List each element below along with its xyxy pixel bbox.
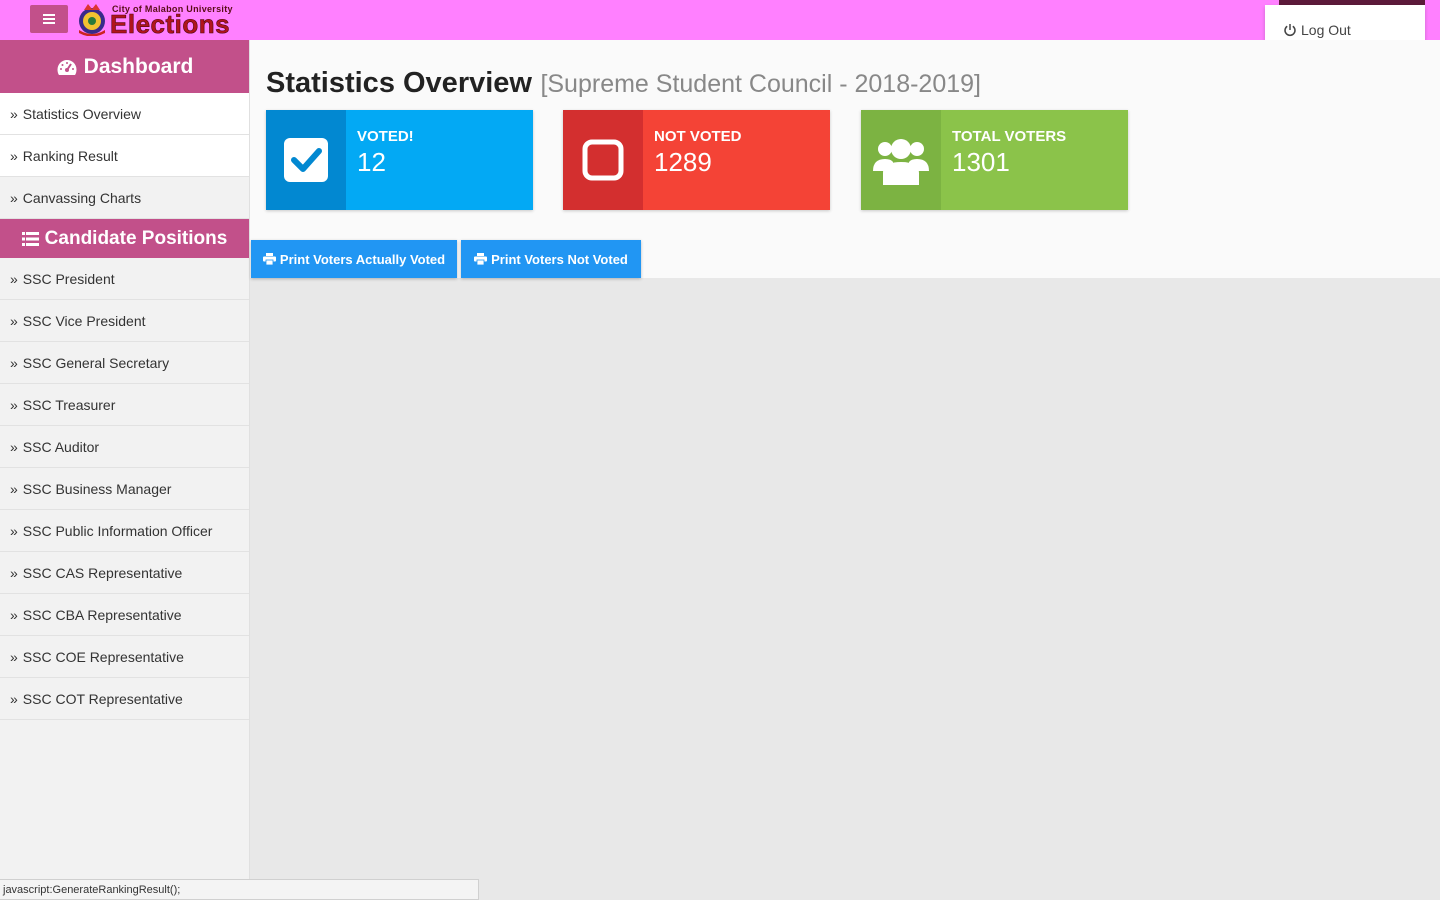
printer-icon [262, 253, 276, 265]
sidebar-item-label: SSC Vice President [22, 312, 146, 329]
browser-status-bar: javascript:GenerateRankingResult(); [0, 879, 479, 900]
stat-text: TOTAL VOTERS 1301 [941, 110, 1128, 210]
button-label: Print Voters Actually Voted [279, 251, 446, 267]
stat-icon-box [563, 110, 643, 210]
stat-icon-box [266, 110, 346, 210]
power-icon [1284, 23, 1296, 36]
sidebar-item-label: SSC COT Representative [22, 690, 183, 707]
stat-label: TOTAL VOTERS [952, 128, 1067, 145]
sidebar-item-label: SSC Treasurer [22, 396, 116, 413]
sidebar-item-statistics-overview[interactable]: » Statistics Overview [0, 93, 249, 135]
stat-text: NOT VOTED 1289 [643, 110, 830, 210]
sidebar-item-label: SSC Public Information Officer [22, 522, 213, 539]
double-chevron-icon: » [10, 606, 18, 623]
stat-card-voted: VOTED! 12 [266, 110, 533, 210]
double-chevron-icon: » [10, 270, 18, 287]
double-chevron-icon: » [10, 396, 18, 413]
hamburger-line [43, 18, 55, 20]
sidebar: Dashboard » Statistics Overview » Rankin… [0, 40, 250, 900]
sidebar-item-label: Ranking Result [22, 147, 118, 164]
hamburger-line [43, 14, 55, 16]
hamburger-line [43, 22, 55, 24]
sidebar-item-ssc-treasurer[interactable]: » SSC Treasurer [0, 384, 249, 426]
sidebar-item-label: SSC Business Manager [22, 480, 172, 497]
list-icon [21, 231, 39, 246]
sidebar-item-ssc-president[interactable]: » SSC President [0, 258, 249, 300]
sidebar-item-ssc-vice-president[interactable]: » SSC Vice President [0, 300, 249, 342]
double-chevron-icon: » [10, 564, 18, 581]
stat-value: 1289 [654, 147, 712, 177]
sidebar-header-candidate-positions: Candidate Positions [0, 219, 249, 258]
empty-square-icon [582, 139, 624, 181]
dashboard-gauge-icon [57, 59, 77, 75]
double-chevron-icon: » [10, 438, 18, 455]
sidebar-item-label: SSC COE Representative [22, 648, 184, 665]
stat-icon-box [861, 110, 941, 210]
page-title: Statistics Overview [Supreme Student Cou… [266, 67, 981, 100]
sidebar-header-dashboard: Dashboard [0, 40, 249, 93]
print-voters-not-voted-button[interactable]: Print Voters Not Voted [461, 240, 641, 278]
double-chevron-icon: » [10, 147, 18, 164]
sidebar-header-title: Candidate Positions [44, 227, 228, 249]
sidebar-item-ssc-auditor[interactable]: » SSC Auditor [0, 426, 249, 468]
sidebar-item-ssc-coe-representative[interactable]: » SSC COE Representative [0, 636, 249, 678]
double-chevron-icon: » [10, 522, 18, 539]
double-chevron-icon: » [10, 354, 18, 371]
sidebar-item-ssc-cba-representative[interactable]: » SSC CBA Representative [0, 594, 249, 636]
sidebar-item-canvassing-charts[interactable]: » Canvassing Charts [0, 177, 249, 219]
university-emblem-icon [79, 4, 105, 36]
printer-icon [474, 253, 488, 265]
stat-value: 1301 [952, 147, 1010, 177]
sidebar-item-label: SSC President [22, 270, 115, 287]
button-label: Print Voters Not Voted [491, 251, 628, 267]
sidebar-item-label: SSC CBA Representative [22, 606, 182, 623]
sidebar-item-ssc-cas-representative[interactable]: » SSC CAS Representative [0, 552, 249, 594]
sidebar-item-label: SSC General Secretary [22, 354, 170, 371]
top-navbar: City of Malabon University Elections Log… [0, 0, 1440, 54]
double-chevron-icon: » [10, 105, 18, 122]
double-chevron-icon: » [10, 189, 18, 206]
sidebar-item-ssc-cot-representative[interactable]: » SSC COT Representative [0, 678, 249, 720]
stat-label: VOTED! [357, 128, 414, 145]
stat-card-not-voted: NOT VOTED 1289 [563, 110, 830, 210]
sidebar-item-ssc-public-information-officer[interactable]: » SSC Public Information Officer [0, 510, 249, 552]
double-chevron-icon: » [10, 690, 18, 707]
sidebar-item-ranking-result[interactable]: » Ranking Result [0, 135, 249, 177]
logout-label: Log Out [1301, 21, 1351, 38]
sidebar-item-label: Statistics Overview [22, 105, 142, 122]
print-voters-voted-button[interactable]: Print Voters Actually Voted [251, 240, 457, 278]
sidebar-header-title: Dashboard [83, 54, 194, 78]
stat-text: VOTED! 12 [346, 110, 533, 210]
page-title-text: Statistics Overview [266, 67, 532, 99]
sidebar-item-label: SSC CAS Representative [22, 564, 183, 581]
page-subtitle: [Supreme Student Council - 2018-2019] [540, 70, 981, 98]
sidebar-item-ssc-business-manager[interactable]: » SSC Business Manager [0, 468, 249, 510]
double-chevron-icon: » [10, 312, 18, 329]
sidebar-item-ssc-general-secretary[interactable]: » SSC General Secretary [0, 342, 249, 384]
stat-value: 12 [357, 147, 386, 177]
logo-title: Elections [110, 9, 231, 39]
double-chevron-icon: » [10, 480, 18, 497]
check-square-icon [284, 138, 328, 182]
hamburger-menu-button[interactable] [30, 5, 68, 33]
sidebar-item-label: SSC Auditor [22, 438, 100, 455]
stat-label: NOT VOTED [654, 128, 742, 145]
stat-card-total-voters: TOTAL VOTERS 1301 [861, 110, 1128, 210]
users-icon [873, 139, 929, 185]
sidebar-item-label: Canvassing Charts [22, 189, 142, 206]
double-chevron-icon: » [10, 648, 18, 665]
